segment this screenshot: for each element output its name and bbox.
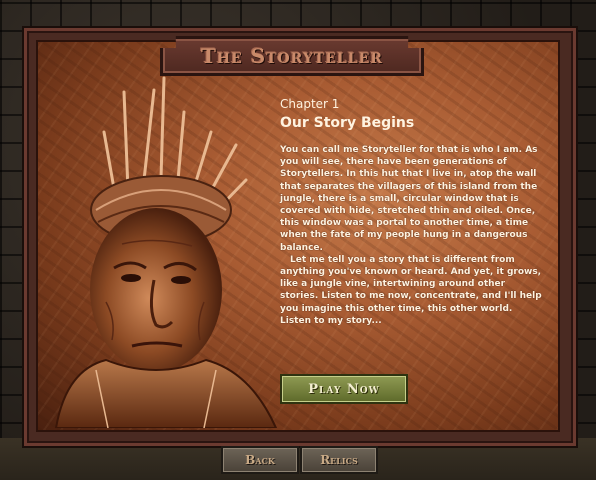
game-title: The Storyteller <box>200 44 384 68</box>
play-now-button[interactable]: Play Now <box>280 374 408 404</box>
back-button[interactable]: Back <box>221 446 299 474</box>
relics-button[interactable]: Relics <box>300 446 378 474</box>
story-paragraph-1: You can call me Storyteller for that is … <box>280 145 538 253</box>
story-text-block: Chapter 1 Our Story Begins You can call … <box>280 96 542 327</box>
story-paragraph-2: Let me tell you a story that is differen… <box>280 254 542 326</box>
storyteller-portrait <box>54 76 278 428</box>
title-plaque: The Storyteller <box>160 36 424 76</box>
chapter-title: Our Story Begins <box>280 115 415 131</box>
chapter-number: Chapter 1 <box>280 97 340 111</box>
